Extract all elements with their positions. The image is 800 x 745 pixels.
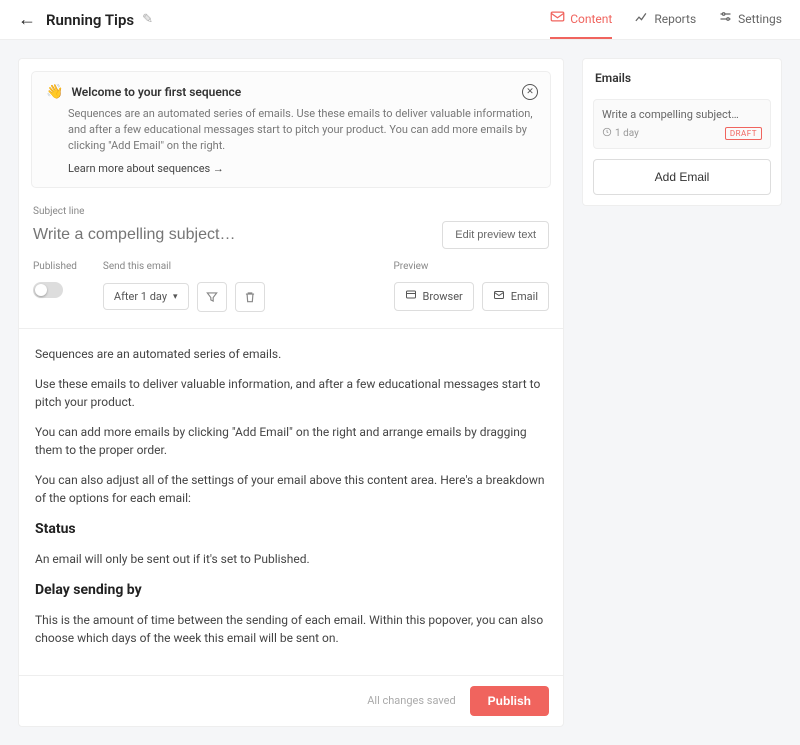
email-body-editor[interactable]: Sequences are an automated series of ema… [19, 329, 563, 675]
mail-icon [493, 289, 505, 304]
emails-sidebar: Emails Write a compelling subject… 1 day… [582, 58, 782, 206]
browser-icon [405, 289, 417, 304]
back-arrow-icon[interactable]: ← [18, 9, 36, 30]
subject-area: Subject line Edit preview text [19, 200, 563, 261]
preview-label: Preview [394, 261, 550, 272]
subject-label: Subject line [33, 206, 549, 217]
welcome-header: 👋 Welcome to your first sequence [46, 84, 536, 100]
sidebar-title: Emails [593, 69, 771, 89]
body-paragraph: You can also adjust all of the settings … [35, 471, 547, 507]
body-paragraph: Use these emails to deliver valuable inf… [35, 375, 547, 411]
body-heading: Delay sending by [35, 580, 547, 601]
editor-footer: All changes saved Publish [19, 675, 563, 726]
inbox-icon [550, 10, 565, 27]
page-body: 👋 Welcome to your first sequence ✕ Seque… [0, 40, 800, 745]
close-icon[interactable]: ✕ [522, 84, 538, 100]
chevron-down-icon: ▾ [173, 292, 178, 302]
welcome-banner: 👋 Welcome to your first sequence ✕ Seque… [31, 71, 551, 188]
published-group: Published [33, 261, 77, 298]
email-card-subject: Write a compelling subject… [602, 108, 762, 121]
body-paragraph: Sequences are an automated series of ema… [35, 345, 547, 363]
top-tabs: Content Reports Settings [550, 0, 782, 39]
sliders-icon [718, 10, 733, 27]
delete-button[interactable] [235, 282, 265, 312]
top-bar: ← Running Tips ✎ Content Reports Setting… [0, 0, 800, 40]
welcome-body-text: Sequences are an automated series of ema… [46, 106, 536, 154]
preview-browser-label: Browser [423, 290, 463, 303]
body-heading: Status [35, 519, 547, 540]
send-delay-value: After 1 day [114, 290, 167, 303]
tab-content[interactable]: Content [550, 0, 612, 39]
send-group: Send this email After 1 day ▾ [103, 261, 265, 312]
body-paragraph: This is the amount of time between the s… [35, 611, 547, 647]
welcome-title: Welcome to your first sequence [71, 85, 241, 99]
send-label: Send this email [103, 261, 265, 272]
email-delay: 1 day [602, 127, 639, 140]
published-toggle[interactable] [33, 282, 63, 298]
publish-button[interactable]: Publish [470, 686, 549, 716]
preview-email-button[interactable]: Email [482, 282, 549, 311]
clock-icon [602, 127, 612, 140]
tab-label: Settings [738, 12, 782, 26]
preview-browser-button[interactable]: Browser [394, 282, 474, 311]
chart-icon [634, 10, 649, 27]
subject-input[interactable] [33, 226, 442, 244]
preview-group: Preview Browser Email [394, 261, 550, 311]
edit-preview-text-button[interactable]: Edit preview text [442, 221, 549, 249]
tab-label: Reports [654, 12, 696, 26]
save-status: All changes saved [367, 694, 455, 707]
tab-settings[interactable]: Settings [718, 0, 782, 39]
email-delay-text: 1 day [615, 128, 639, 139]
main-panel: 👋 Welcome to your first sequence ✕ Seque… [18, 58, 564, 727]
welcome-learn-more-link[interactable]: Learn more about sequences → [46, 162, 536, 175]
preview-email-label: Email [511, 290, 538, 303]
filter-button[interactable] [197, 282, 227, 312]
email-card[interactable]: Write a compelling subject… 1 day DRAFT [593, 99, 771, 149]
page-title: Running Tips [46, 11, 134, 29]
body-paragraph: You can add more emails by clicking "Add… [35, 423, 547, 459]
controls-row: Published Send this email After 1 day ▾ [19, 261, 563, 329]
add-email-button[interactable]: Add Email [593, 159, 771, 195]
send-delay-select[interactable]: After 1 day ▾ [103, 283, 189, 310]
body-paragraph: An email will only be sent out if it's s… [35, 550, 547, 568]
tab-label: Content [570, 12, 612, 26]
tab-reports[interactable]: Reports [634, 0, 696, 39]
draft-badge: DRAFT [725, 127, 762, 140]
wave-icon: 👋 [46, 84, 63, 100]
pencil-icon[interactable]: ✎ [142, 12, 153, 27]
email-card-meta: 1 day DRAFT [602, 127, 762, 140]
published-label: Published [33, 261, 77, 272]
